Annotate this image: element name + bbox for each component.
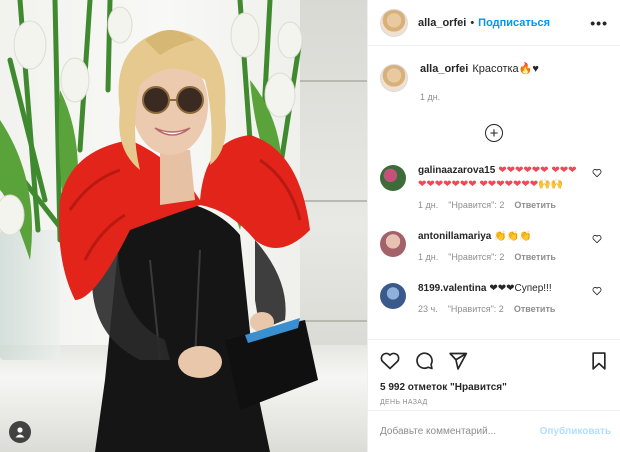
caption-text: Красотка🔥♥ bbox=[472, 63, 539, 75]
more-options-button[interactable]: ••• bbox=[590, 15, 608, 31]
author-avatar[interactable] bbox=[380, 8, 408, 37]
comment-likes[interactable]: "Нравится": 2 bbox=[448, 250, 504, 264]
heart-icon[interactable] bbox=[592, 234, 602, 244]
plus-circle-icon[interactable]: + bbox=[485, 124, 503, 142]
commenter-username[interactable]: antonillamariya bbox=[418, 231, 491, 242]
commenter-avatar[interactable] bbox=[380, 231, 406, 257]
add-comment-bar: Опубликовать bbox=[368, 410, 620, 452]
share-icon[interactable] bbox=[448, 351, 468, 371]
comment-text: ❤❤❤Супер!!! bbox=[489, 283, 552, 294]
photo-illustration bbox=[0, 0, 318, 452]
bookmark-icon[interactable] bbox=[589, 351, 609, 371]
heart-icon[interactable] bbox=[592, 286, 602, 296]
post-header: alla_orfei • Подписаться ••• bbox=[368, 0, 620, 46]
follow-button[interactable]: Подписаться bbox=[478, 17, 550, 29]
tagged-user-button[interactable] bbox=[9, 421, 31, 443]
author-username[interactable]: alla_orfei bbox=[418, 17, 466, 29]
comment-time: 1 дн. bbox=[418, 252, 439, 262]
publish-button[interactable]: Опубликовать bbox=[540, 426, 611, 437]
heart-icon[interactable] bbox=[592, 168, 602, 178]
user-profile-icon bbox=[15, 427, 25, 438]
post-caption: alla_orfei Красотка🔥♥ 1 дн. bbox=[368, 46, 620, 104]
comment-time: 23 ч. bbox=[418, 304, 438, 314]
comment-text: 👏👏👏 bbox=[494, 231, 532, 242]
comment-time: 1 дн. bbox=[418, 200, 439, 210]
load-more-comments[interactable]: + bbox=[368, 124, 620, 144]
reply-button[interactable]: Ответить bbox=[514, 302, 556, 316]
reply-button[interactable]: Ответить bbox=[514, 250, 556, 264]
comment-input[interactable] bbox=[380, 426, 540, 437]
likes-count[interactable]: 5 992 отметок "Нравится" bbox=[380, 382, 609, 393]
post-date: ДЕНЬ НАЗАД bbox=[380, 399, 428, 406]
commenter-avatar[interactable] bbox=[380, 283, 406, 309]
comment-likes[interactable]: "Нравится": 2 bbox=[448, 302, 504, 316]
post-photo[interactable] bbox=[0, 0, 367, 452]
separator-dot: • bbox=[470, 16, 475, 29]
comment-item: 8199.valentina ❤❤❤Супер!!! 23 ч. "Нравитс… bbox=[368, 282, 620, 316]
reply-button[interactable]: Ответить bbox=[514, 198, 556, 212]
commenter-username[interactable]: galinaazarova15 bbox=[418, 165, 495, 176]
comment-icon[interactable] bbox=[414, 351, 434, 371]
comment-item: antonillamariya 👏👏👏 1 дн. "Нравится": 2 О… bbox=[368, 230, 620, 264]
caption-username[interactable]: alla_orfei bbox=[420, 63, 468, 75]
comment-item: galinaazarova15 ❤❤❤❤❤❤ ❤❤❤❤❤❤❤❤❤❤ ❤❤❤❤❤❤❤… bbox=[368, 164, 620, 212]
post-sidebar: alla_orfei • Подписаться ••• alla_orfei К… bbox=[367, 0, 620, 452]
commenter-avatar[interactable] bbox=[380, 165, 406, 191]
caption-time: 1 дн. bbox=[420, 92, 441, 102]
commenter-username[interactable]: 8199.valentina bbox=[418, 283, 486, 294]
caption-author-avatar[interactable] bbox=[380, 64, 408, 92]
post-actions: 5 992 отметок "Нравится" ДЕНЬ НАЗАД bbox=[368, 339, 620, 406]
heart-icon[interactable] bbox=[380, 351, 400, 371]
comment-likes[interactable]: "Нравится": 2 bbox=[448, 198, 504, 212]
